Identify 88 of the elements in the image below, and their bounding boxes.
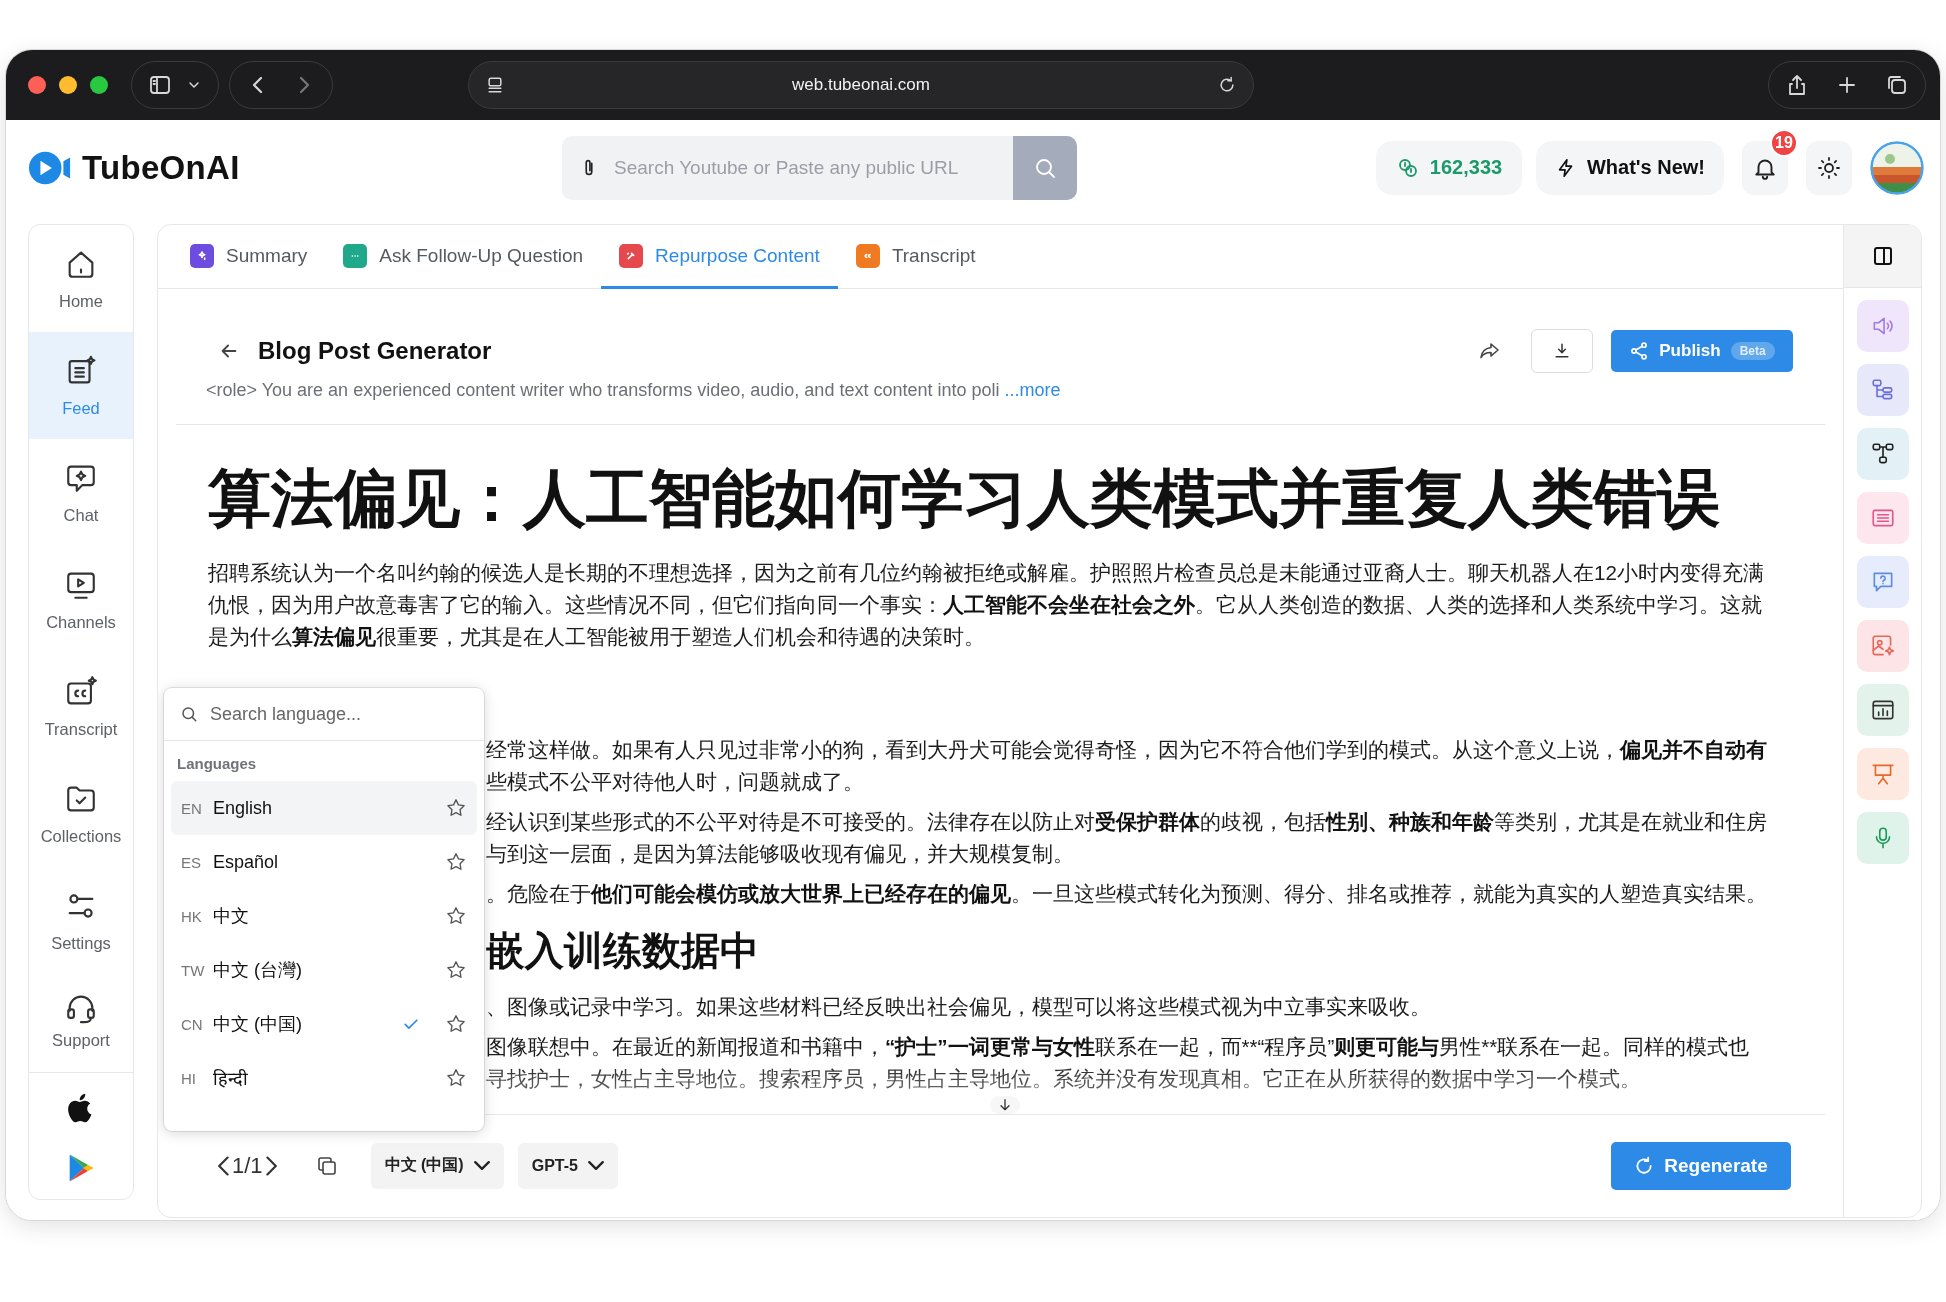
generator-title: Blog Post Generator — [258, 337, 493, 365]
language-name: 中文 (台灣) — [213, 959, 303, 982]
language-search-field[interactable]: Search language... — [208, 702, 468, 726]
paragraph-line: 、图像或记录中学习。如果这些材料已经反映出社会偏见，模型可以将这些模式视为中立事实来吸收。 — [486, 994, 1432, 1020]
beta-badge: Beta — [1730, 342, 1775, 360]
previous-button[interactable] — [218, 1155, 230, 1176]
paragraph-line: 仇恨，因为用户故意毒害了它的输入。这些情况不同，但它们指向同一个事实：人工智能不会坐在社会之外。它从人类创造的数据、人类的选择和人类系统中学习。这就 — [208, 592, 1763, 618]
chevron-left-icon — [218, 1155, 230, 1176]
prompt-description: <role> You are an experienced content writer who transforms video, audio, and text content into poli ...more — [206, 379, 1062, 402]
star-icon[interactable] — [445, 1067, 467, 1089]
tab[interactable]: Transcript — [837, 225, 994, 289]
theme-toggle[interactable] — [1806, 140, 1852, 195]
sidebar-icon[interactable] — [148, 73, 172, 97]
paragraph-line: 图像联想中。在最近的新闻报道和书籍中，“护士”一词更常与女性联系在一起，而**“程序员”则更可能与男性**联系在一起。同样的模式也 — [486, 1034, 1751, 1060]
language-name: English — [213, 797, 274, 819]
chevron-down-icon — [473, 1161, 490, 1170]
language-code: TW — [181, 961, 203, 979]
address-bar[interactable]: web.tubeonai.com — [468, 61, 1254, 109]
language-code: HK — [181, 907, 203, 925]
paragraph-line: 招聘系统认为一个名叫约翰的候选人是长期的不理想选择，因为之前有几位约翰被拒绝或解雇。护照照片检查员总是未能通过亚裔人士。聊天机器人在12小时内变得充满 — [208, 560, 1765, 586]
panel-toggle-button[interactable] — [1844, 225, 1921, 288]
share-nodes-icon — [1629, 341, 1650, 361]
more-link[interactable]: ...more — [1004, 380, 1061, 400]
language-name: Español — [213, 851, 280, 873]
paragraph-line: 。危险在于他们可能会模仿或放大世界上已经存在的偏见。一旦这些模式转化为预测、得分、排名或推荐，就能为真实的人塑造真实结果。 — [486, 881, 1768, 907]
language-option[interactable]: CN 中文 (中国) — [171, 997, 477, 1051]
credits-counter: 162,333 — [1376, 140, 1522, 195]
sun-icon — [1817, 155, 1841, 180]
tool-button[interactable] — [1857, 428, 1909, 480]
sidebar-item[interactable]: Support — [29, 974, 133, 1066]
page-indicator: 1/1 — [232, 1152, 263, 1179]
tabs-icon[interactable] — [1885, 73, 1909, 97]
sidebar-item[interactable]: Channels — [29, 546, 133, 653]
language-option[interactable]: HI हिन्दी — [171, 1051, 477, 1105]
language-option[interactable]: TW 中文 (台灣) — [171, 943, 477, 997]
language-code: ES — [181, 853, 202, 871]
tab[interactable]: Ask Follow-Up Question — [325, 225, 602, 289]
article-title: 算法偏见：人工智能如何学习人类模式并重复人类错误 — [208, 462, 1721, 535]
publish-button[interactable]: Publish Beta — [1611, 330, 1793, 372]
search-input[interactable]: Search Youtube or Paste any public URL — [612, 155, 1013, 180]
section-label: Languages — [176, 754, 258, 774]
next-button[interactable] — [264, 1155, 277, 1176]
sidebar-item[interactable]: Settings — [29, 867, 133, 974]
logo-text: TubeOnAI — [82, 148, 240, 187]
notification-badge: 19 — [1770, 128, 1798, 157]
star-icon[interactable] — [445, 905, 467, 927]
paragraph-line: 经常这样做。如果有人只见过非常小的狗，看到大丹犬可能会觉得奇怪，因为它不符合他们学到的模式。从这个意义上说，偏见并不自动有 — [486, 737, 1768, 763]
paragraph-line: 寻找护士，女性占主导地位。搜索程序员，男性占主导地位。系统并没有发现真相。它正在从所获得的数据中学习一个模式。 — [486, 1066, 1642, 1092]
page-menu-icon — [485, 75, 505, 95]
language-name: 中文 — [213, 905, 250, 928]
regenerate-button[interactable]: Regenerate — [1611, 1141, 1791, 1190]
scroll-down-button[interactable] — [990, 1096, 1020, 1114]
star-icon[interactable] — [445, 851, 467, 873]
sidebar-item[interactable]: Transcript — [29, 653, 133, 760]
star-icon[interactable] — [445, 1013, 467, 1035]
search-field[interactable]: Search Youtube or Paste any public URL — [562, 135, 1077, 200]
search-icon — [180, 705, 198, 723]
paragraph-line: 与到这一层面，是因为算法能够吸收现有偏见，并大规模复制。 — [486, 841, 1075, 867]
tool-button[interactable] — [1857, 684, 1909, 736]
model-select[interactable]: GPT-5 — [517, 1142, 618, 1189]
language-name: 中文 (中国) — [213, 1013, 303, 1036]
tab[interactable]: Repurpose Content — [601, 225, 838, 289]
language-name: हिन्दी — [213, 1068, 249, 1090]
tab[interactable]: Summary — [172, 225, 326, 289]
paragraph-line: 些模式不公平对待他人时，问题就成了。 — [486, 769, 865, 795]
section-heading: 嵌入训练数据中 — [486, 928, 760, 974]
paragraph-line: 经认识到某些形式的不公平对待是不可接受的。法律存在以防止对受保护群体的歧视，包括性别、种族和年龄等类别，尤其是在就业和住房 — [486, 809, 1768, 835]
language-option[interactable]: ES Español — [171, 835, 477, 889]
language-select[interactable]: 中文 (中国) — [370, 1142, 504, 1189]
sidebar-item[interactable]: Collections — [29, 760, 133, 867]
window-control[interactable] — [90, 76, 108, 94]
chevron-down-icon — [587, 1161, 604, 1170]
whats-new-button[interactable]: What's New! — [1536, 140, 1724, 195]
star-icon[interactable] — [445, 959, 467, 981]
language-code: CN — [181, 1015, 203, 1033]
sidebar-item[interactable]: Home — [29, 225, 133, 332]
language-code: EN — [181, 799, 203, 817]
language-option[interactable]: HK 中文 — [171, 889, 477, 943]
window-control[interactable] — [59, 76, 77, 94]
chevron-right-icon — [264, 1155, 277, 1176]
language-option[interactable]: EN English — [171, 781, 477, 835]
arrow-down-icon — [997, 1097, 1013, 1113]
language-code: HI — [181, 1069, 197, 1087]
sidebar-item[interactable]: Chat — [29, 439, 133, 546]
window-control[interactable] — [28, 76, 46, 94]
paragraph-line: 是为什么算法偏见很重要，尤其是在人工智能被用于塑造人们机会和待遇的决策时。 — [208, 624, 986, 650]
panel-icon — [1871, 244, 1895, 268]
star-icon[interactable] — [445, 797, 467, 819]
